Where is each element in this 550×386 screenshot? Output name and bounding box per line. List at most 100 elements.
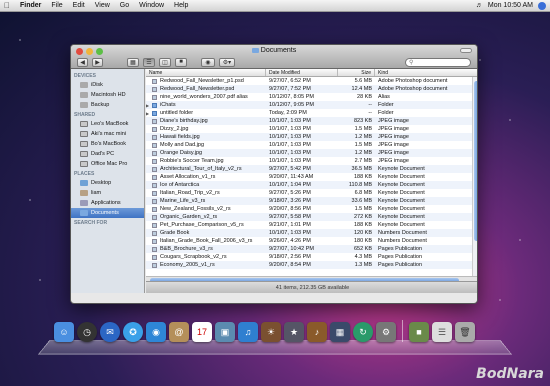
search-field[interactable]: ⚲ [405, 57, 471, 67]
file-row[interactable]: Cougars_Scrapbook_v2_rs 9/18/07, 2:56 PM 4… [146, 253, 477, 261]
garageband-icon[interactable]: ♪ [307, 322, 327, 342]
dock-separator [402, 320, 403, 342]
pictures-stack-icon[interactable]: ■ [409, 322, 429, 342]
file-row[interactable]: Italian_Grade_Book_Fall_2006_v3_rs 9/26/0… [146, 237, 477, 245]
iphoto-icon[interactable]: ☀ [261, 322, 281, 342]
cover-flow-button[interactable]: ■ [175, 57, 187, 67]
file-name: Economy_2005_v1_rs [160, 262, 215, 268]
file-row[interactable]: Marine_Life_v3_rs 9/18/07, 3:26 PM 33.6 MB… [146, 197, 477, 205]
vertical-scroll-thumb[interactable] [474, 81, 477, 241]
file-row[interactable]: Architectural_Tour_of_Italy_v2_rs 9/27/07… [146, 165, 477, 173]
sidebar-header-devices[interactable]: DEVICES [71, 71, 144, 80]
back-button[interactable]: ◀ [77, 57, 88, 67]
spaces-icon[interactable]: ▦ [330, 322, 350, 342]
clock[interactable]: Mon 10:50 AM [488, 2, 533, 9]
icon-view-button[interactable]: ▦ [127, 57, 139, 67]
file-row[interactable]: B&B_Brochure_v3_rs 9/27/07, 10:42 PM 652 K… [146, 245, 477, 253]
address-book-icon[interactable]: @ [169, 322, 189, 342]
toolbar-toggle-button[interactable] [460, 48, 472, 53]
finder-icon[interactable]: ☺ [54, 322, 74, 342]
file-row[interactable]: Orange Daisy.jpg 10/1/07, 1:03 PM 1.2 MB JP… [146, 149, 477, 157]
sidebar-item-idisk[interactable]: iDisk [71, 80, 144, 90]
sidebar-item-macintosh-hd[interactable]: Macintosh HD [71, 90, 144, 100]
column-size[interactable]: Size [338, 69, 375, 76]
file-kind: Numbers Document [378, 230, 427, 236]
sidebar-item-documents[interactable]: Documents [71, 208, 144, 218]
file-row[interactable]: Grade Book 10/1/07, 1:03 PM 120 KB Numbers … [146, 229, 477, 237]
documents-stack-icon[interactable]: ☰ [432, 322, 452, 342]
menu-go[interactable]: Go [120, 2, 129, 9]
file-size: 1.5 MB [354, 126, 372, 132]
ichat-icon[interactable]: ◉ [146, 322, 166, 342]
sidebar-item-desktop[interactable]: Desktop [71, 178, 144, 188]
sidebar-item-applications[interactable]: Applications [71, 198, 144, 208]
itunes-icon[interactable]: ♫ [238, 322, 258, 342]
file-row[interactable]: Italian_Road_Trip_v2_rs 9/27/07, 5:26 PM 6… [146, 189, 477, 197]
file-kind: Adobe Photoshop document [378, 86, 448, 92]
file-kind: Pages Publication [378, 254, 423, 260]
action-gear-button[interactable]: ⚙▾ [219, 57, 235, 67]
sidebar-item-shared-computer[interactable]: Aki's mac mini [71, 129, 144, 139]
file-row[interactable]: Molly and Dad.jpg 10/1/07, 1:03 PM 1.5 MB J… [146, 141, 477, 149]
file-row[interactable]: Economy_2005_v1_rs 9/20/07, 8:54 PM 1.3 MB… [146, 261, 477, 269]
time-machine-icon[interactable]: ↻ [353, 322, 373, 342]
column-date-modified[interactable]: Date Modified [266, 69, 338, 76]
file-row[interactable]: Robbie's Soccer Team.jpg 10/1/07, 1:03 PM… [146, 157, 477, 165]
vertical-scrollbar[interactable] [472, 77, 477, 276]
file-row[interactable]: nine_world_wonders_2007.pdf alias 10/12/0… [146, 93, 477, 101]
file-date: 9/27/07, 10:42 PM [269, 246, 314, 252]
quick-look-button[interactable]: ◉ [201, 57, 215, 67]
menu-window[interactable]: Window [139, 2, 164, 9]
file-row[interactable]: Redwood_Fall_Newsletter.psd 9/27/07, 7:52… [146, 85, 477, 93]
trash-icon[interactable]: 🗑 [455, 322, 475, 342]
system-preferences-icon[interactable]: ⚙ [376, 322, 396, 342]
file-row[interactable]: Diane's birthday.jpg 10/1/07, 1:03 PM 823 … [146, 117, 477, 125]
sidebar-header-search-for[interactable]: SEARCH FOR [71, 218, 144, 227]
column-kind[interactable]: Kind [375, 69, 477, 76]
file-row[interactable]: Pet_Purchase_Comparison_v5_rs 9/21/07, 1:… [146, 221, 477, 229]
mail-icon[interactable]: ✉ [100, 322, 120, 342]
sidebar-item-shared-computer[interactable]: Dad's PC [71, 149, 144, 159]
file-row[interactable]: Organic_Garden_v2_rs 9/27/07, 5:58 PM 272 … [146, 213, 477, 221]
menu-app-name[interactable]: Finder [20, 2, 41, 9]
title-bar[interactable]: Documents ◀ ▶ ▦ ☰ ◫ ■ ◉ ⚙▾ ⚲ [71, 45, 477, 69]
search-input[interactable] [413, 59, 469, 65]
dashboard-icon[interactable]: ◷ [77, 322, 97, 342]
apple-icon[interactable]:  [4, 1, 12, 10]
file-row[interactable]: New_Zealand_Fossils_v2_rs 9/20/07, 8:56 P… [146, 205, 477, 213]
file-row[interactable]: Hawaii fields.jpg 10/1/07, 1:03 PM 1.2 MB J… [146, 133, 477, 141]
file-row[interactable]: Redwood_Fall_Newsletter_p1.psd 9/27/07, 6… [146, 77, 477, 85]
safari-icon[interactable]: ✪ [123, 322, 143, 342]
menu-help[interactable]: Help [174, 2, 188, 9]
file-name-cell: Robbie's Soccer Team.jpg [146, 158, 266, 164]
file-row[interactable]: Asset Allocation_v1_rs 9/20/07, 11:43 AM 1… [146, 173, 477, 181]
file-kind: Keynote Document [378, 182, 425, 188]
column-name[interactable]: Name [146, 69, 266, 76]
menu-file[interactable]: File [51, 2, 62, 9]
menu-edit[interactable]: Edit [73, 2, 85, 9]
toolbar: ◀ ▶ ▦ ☰ ◫ ■ ◉ ⚙▾ ⚲ [71, 56, 477, 68]
sidebar-header-places[interactable]: PLACES [71, 169, 144, 178]
sidebar-item-shared-computer[interactable]: Bo's MacBook [71, 139, 144, 149]
file-kind: JPEG image [378, 134, 409, 140]
file-row[interactable]: Dizzy_2.jpg 10/1/07, 1:03 PM 1.5 MB JPEG im… [146, 125, 477, 133]
sidebar-item-shared-computer[interactable]: Office Mac Pro [71, 159, 144, 169]
menu-view[interactable]: View [95, 2, 110, 9]
file-row[interactable]: ▶ untitled folder Today, 2:09 PM -- Folder [146, 109, 477, 117]
sidebar-item-home[interactable]: liam [71, 188, 144, 198]
file-row[interactable]: ▶ iChats 10/12/07, 9:05 PM -- Folder [146, 101, 477, 109]
forward-button[interactable]: ▶ [92, 57, 103, 67]
column-view-button[interactable]: ◫ [159, 57, 171, 67]
file-row[interactable]: Ice of Antarctica 10/1/07, 1:04 PM 110.8 M… [146, 181, 477, 189]
list-view-button[interactable]: ☰ [143, 57, 155, 67]
sidebar-header-shared[interactable]: SHARED [71, 110, 144, 119]
file-size: -- [368, 102, 372, 108]
sidebar-item-shared-computer[interactable]: Leo's MacBook [71, 119, 144, 129]
sidebar-item-backup[interactable]: Backup [71, 100, 144, 110]
preview-icon[interactable]: ▣ [215, 322, 235, 342]
volume-icon[interactable]: ♬ [476, 2, 483, 9]
file-kind: Keynote Document [378, 222, 425, 228]
spotlight-icon[interactable] [538, 1, 546, 10]
imovie-icon[interactable]: ★ [284, 322, 304, 342]
ical-icon[interactable]: 17 [192, 322, 212, 342]
